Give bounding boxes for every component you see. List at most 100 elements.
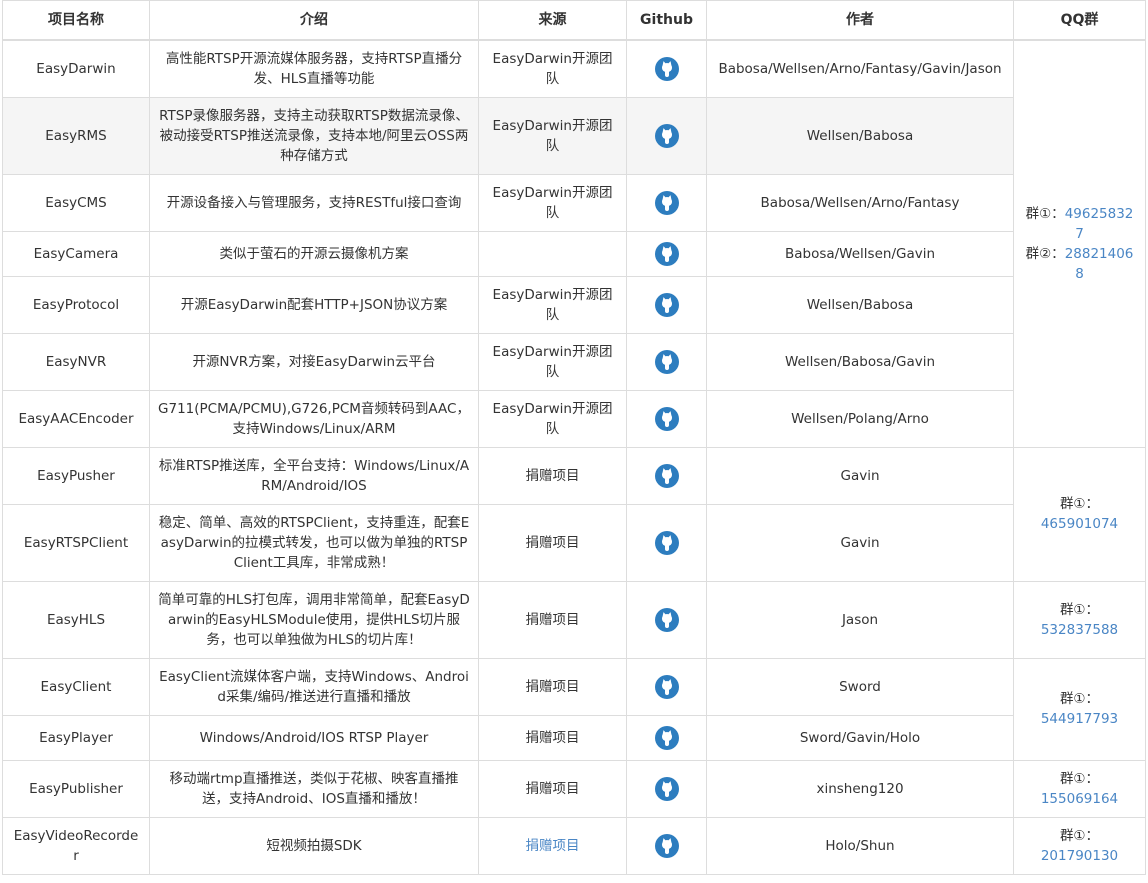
github-icon[interactable] xyxy=(654,674,679,699)
github-cell xyxy=(626,39,707,98)
project-name: EasyPlayer xyxy=(2,714,150,761)
github-icon[interactable] xyxy=(654,241,679,266)
project-source xyxy=(478,230,627,277)
column-header-source: 来源 xyxy=(478,0,627,41)
github-icon[interactable] xyxy=(654,463,679,488)
column-header-author: 作者 xyxy=(706,0,1014,41)
github-icon[interactable] xyxy=(654,292,679,317)
qq-group-label: 群①： xyxy=(1059,496,1100,512)
qq-group-label: 群②： xyxy=(1025,245,1065,262)
project-intro: EasyClient流媒体客户端，支持Windows、Android采集/编码/… xyxy=(149,657,479,716)
table-row: EasyPusher 标准RTSP推送库，全平台支持：Windows/Linux… xyxy=(2,446,1146,582)
project-author: Sword/Gavin/Holo xyxy=(706,714,1014,761)
table-row: EasyCMS 开源设备接入与管理服务，支持RESTful接口查询 EasyDa… xyxy=(2,173,1146,232)
project-intro: 短视频拍摄SDK xyxy=(149,816,479,875)
github-icon[interactable] xyxy=(654,776,679,801)
project-source: EasyDarwin开源团队 xyxy=(478,389,627,448)
github-icon[interactable] xyxy=(654,190,679,215)
github-cell xyxy=(626,503,707,582)
qq-group-label: 群①： xyxy=(1059,691,1100,707)
github-icon[interactable] xyxy=(654,123,679,148)
project-intro: 高性能RTSP开源流媒体服务器，支持RTSP直播分发、HLS直播等功能 xyxy=(149,39,479,98)
qq-group-link[interactable]: 288214068 xyxy=(1065,246,1134,282)
project-name: EasyClient xyxy=(2,657,150,716)
github-cell xyxy=(626,759,707,818)
project-name: EasyHLS xyxy=(2,580,150,659)
github-icon[interactable] xyxy=(654,833,679,858)
table-row: EasyRMS RTSP录像服务器，支持主动获取RTSP数据流录像、被动接受RT… xyxy=(2,96,1146,175)
project-name: EasyAACEncoder xyxy=(2,389,150,448)
project-name: EasyDarwin xyxy=(2,39,150,98)
project-source: 捐赠项目 xyxy=(478,714,627,761)
donation-project-link[interactable]: 捐赠项目 xyxy=(526,838,580,854)
project-intro: 简单可靠的HLS打包库，调用非常简单，配套EasyDarwin的EasyHLSM… xyxy=(149,580,479,659)
table-row: EasyProtocol 开源EasyDarwin配套HTTP+JSON协议方案… xyxy=(2,275,1146,334)
project-source: 捐赠项目 xyxy=(478,580,627,659)
github-icon[interactable] xyxy=(654,725,679,750)
github-icon[interactable] xyxy=(654,406,679,431)
qq-group-link[interactable]: 201790130 xyxy=(1041,848,1118,864)
github-cell xyxy=(626,96,707,175)
qq-group-cell: 群①： 201790130 xyxy=(1013,816,1146,875)
project-intro: 开源EasyDarwin配套HTTP+JSON协议方案 xyxy=(149,275,479,334)
qq-group-label: 群①： xyxy=(1025,205,1065,222)
github-cell xyxy=(626,230,707,277)
table-row: EasyVideoRecorder 短视频拍摄SDK 捐赠项目 Holo/Shu… xyxy=(2,816,1146,875)
table-row: EasyDarwin 高性能RTSP开源流媒体服务器，支持RTSP直播分发、HL… xyxy=(2,39,1146,448)
project-author: Holo/Shun xyxy=(706,816,1014,875)
table-row: EasyPublisher 移动端rtmp直播推送，类似于花椒、映客直播推送，支… xyxy=(2,759,1146,818)
project-name: EasyPublisher xyxy=(2,759,150,818)
github-icon[interactable] xyxy=(654,349,679,374)
project-name: EasyNVR xyxy=(2,332,150,391)
project-name: EasyPusher xyxy=(2,446,150,505)
github-cell xyxy=(626,332,707,391)
project-source: 捐赠项目 xyxy=(478,503,627,582)
github-cell xyxy=(626,173,707,232)
project-source: EasyDarwin开源团队 xyxy=(478,173,627,232)
github-cell xyxy=(626,446,707,505)
qq-group-link[interactable]: 465901074 xyxy=(1041,516,1118,532)
project-author: Sword xyxy=(706,657,1014,716)
project-intro: 稳定、简单、高效的RTSPClient，支持重连，配套EasyDarwin的拉模… xyxy=(149,503,479,582)
project-source: 捐赠项目 xyxy=(478,657,627,716)
qq-group-cell: 群①： 544917793 xyxy=(1013,657,1146,761)
project-author: xinsheng120 xyxy=(706,759,1014,818)
qq-group-label: 群①： xyxy=(1059,827,1100,844)
github-cell xyxy=(626,580,707,659)
qq-group-cell: 群①： 532837588 xyxy=(1013,580,1146,659)
project-name: EasyVideoRecorder xyxy=(2,816,150,875)
table-row: EasyClient EasyClient流媒体客户端，支持Windows、An… xyxy=(2,657,1146,761)
qq-group-link[interactable]: 532837588 xyxy=(1041,622,1118,638)
project-source-link[interactable]: 捐赠项目 xyxy=(478,816,627,875)
project-source: EasyDarwin开源团队 xyxy=(478,39,627,98)
project-author: Gavin xyxy=(706,503,1014,582)
table-row: EasyHLS 简单可靠的HLS打包库，调用非常简单，配套EasyDarwin的… xyxy=(2,580,1146,659)
github-icon[interactable] xyxy=(654,56,679,81)
project-author: Jason xyxy=(706,580,1014,659)
project-author: Wellsen/Babosa/Gavin xyxy=(706,332,1014,391)
qq-group-link[interactable]: 496258327 xyxy=(1065,206,1134,242)
qq-group-label: 群①： xyxy=(1059,601,1100,618)
project-intro: Windows/Android/IOS RTSP Player xyxy=(149,714,479,761)
github-icon[interactable] xyxy=(654,530,679,555)
project-author: Babosa/Wellsen/Gavin xyxy=(706,230,1014,277)
project-name: EasyCamera xyxy=(2,230,150,277)
column-header-intro: 介绍 xyxy=(149,0,479,41)
project-source: EasyDarwin开源团队 xyxy=(478,275,627,334)
project-source: 捐赠项目 xyxy=(478,759,627,818)
project-author: Wellsen/Babosa xyxy=(706,275,1014,334)
github-cell xyxy=(626,275,707,334)
project-author: Babosa/Wellsen/Arno/Fantasy xyxy=(706,173,1014,232)
qq-group-link[interactable]: 155069164 xyxy=(1041,791,1118,807)
qq-group-link[interactable]: 544917793 xyxy=(1041,711,1118,727)
project-intro: RTSP录像服务器，支持主动获取RTSP数据流录像、被动接受RTSP推送流录像，… xyxy=(149,96,479,175)
table-row: EasyCamera 类似于萤石的开源云摄像机方案 Babosa/Wellsen… xyxy=(2,230,1146,277)
table-row: EasyNVR 开源NVR方案，对接EasyDarwin云平台 EasyDarw… xyxy=(2,332,1146,391)
project-author: Gavin xyxy=(706,446,1014,505)
table-row: EasyAACEncoder G711(PCMA/PCMU),G726,PCM音… xyxy=(2,389,1146,448)
qq-group-cell: 群①：496258327 群②：288214068 xyxy=(1013,39,1146,448)
github-icon[interactable] xyxy=(654,607,679,632)
project-intro: G711(PCMA/PCMU),G726,PCM音频转码到AAC，支持Windo… xyxy=(149,389,479,448)
column-header-name: 项目名称 xyxy=(2,0,150,41)
project-intro: 开源NVR方案，对接EasyDarwin云平台 xyxy=(149,332,479,391)
